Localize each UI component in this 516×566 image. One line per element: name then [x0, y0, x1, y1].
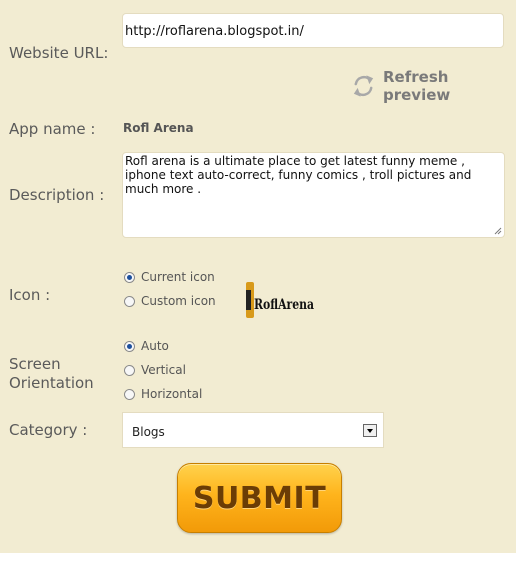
chevron-down-icon[interactable]: [363, 424, 377, 437]
orientation-option-vertical[interactable]: Vertical: [124, 363, 186, 377]
orientation-option-auto[interactable]: Auto: [124, 339, 169, 353]
radio-unselected-icon[interactable]: [124, 388, 135, 400]
description-text: Rofl arena is a ultimate place to get la…: [125, 154, 472, 196]
radio-selected-icon[interactable]: [124, 271, 135, 283]
icon-option-custom[interactable]: Custom icon: [124, 294, 216, 308]
radio-unselected-icon[interactable]: [124, 364, 135, 376]
orientation-option-label: Horizontal: [141, 387, 203, 401]
radio-unselected-icon[interactable]: [124, 295, 135, 307]
icon-option-label: Custom icon: [141, 294, 216, 308]
submit-label: SUBMIT: [192, 481, 327, 516]
website-url-input[interactable]: http://roflarena.blogspot.in/: [122, 13, 504, 48]
orientation-option-label: Auto: [141, 339, 169, 353]
description-textarea[interactable]: Rofl arena is a ultimate place to get la…: [122, 152, 505, 238]
app-icon-preview: RoflArena: [244, 268, 316, 332]
icon-option-label: Current icon: [141, 270, 215, 284]
category-selected-value: Blogs: [132, 425, 165, 439]
category-select[interactable]: Blogs: [122, 412, 384, 448]
resize-grip-icon[interactable]: [494, 227, 502, 235]
description-label: Description :: [9, 186, 105, 204]
refresh-preview-button[interactable]: Refresh preview: [350, 68, 516, 104]
refresh-icon: [353, 75, 374, 97]
radio-selected-icon[interactable]: [124, 340, 135, 352]
app-name-label: App name :: [9, 120, 96, 138]
orientation-label-line2: Orientation: [9, 374, 94, 392]
icon-label: Icon :: [9, 286, 51, 304]
app-form-panel: Website URL: http://roflarena.blogspot.i…: [0, 0, 516, 553]
app-name-value: Rofl Arena: [123, 121, 194, 135]
icon-image-text: RoflArena: [254, 297, 314, 313]
category-label: Category :: [9, 421, 88, 439]
orientation-label-line1: Screen: [9, 355, 61, 373]
orientation-option-label: Vertical: [141, 363, 186, 377]
orientation-option-horizontal[interactable]: Horizontal: [124, 387, 202, 401]
icon-option-current[interactable]: Current icon: [124, 270, 215, 284]
refresh-preview-label: Refresh preview: [383, 68, 451, 104]
submit-button[interactable]: SUBMIT: [177, 463, 342, 533]
website-url-label: Website URL:: [9, 44, 109, 62]
